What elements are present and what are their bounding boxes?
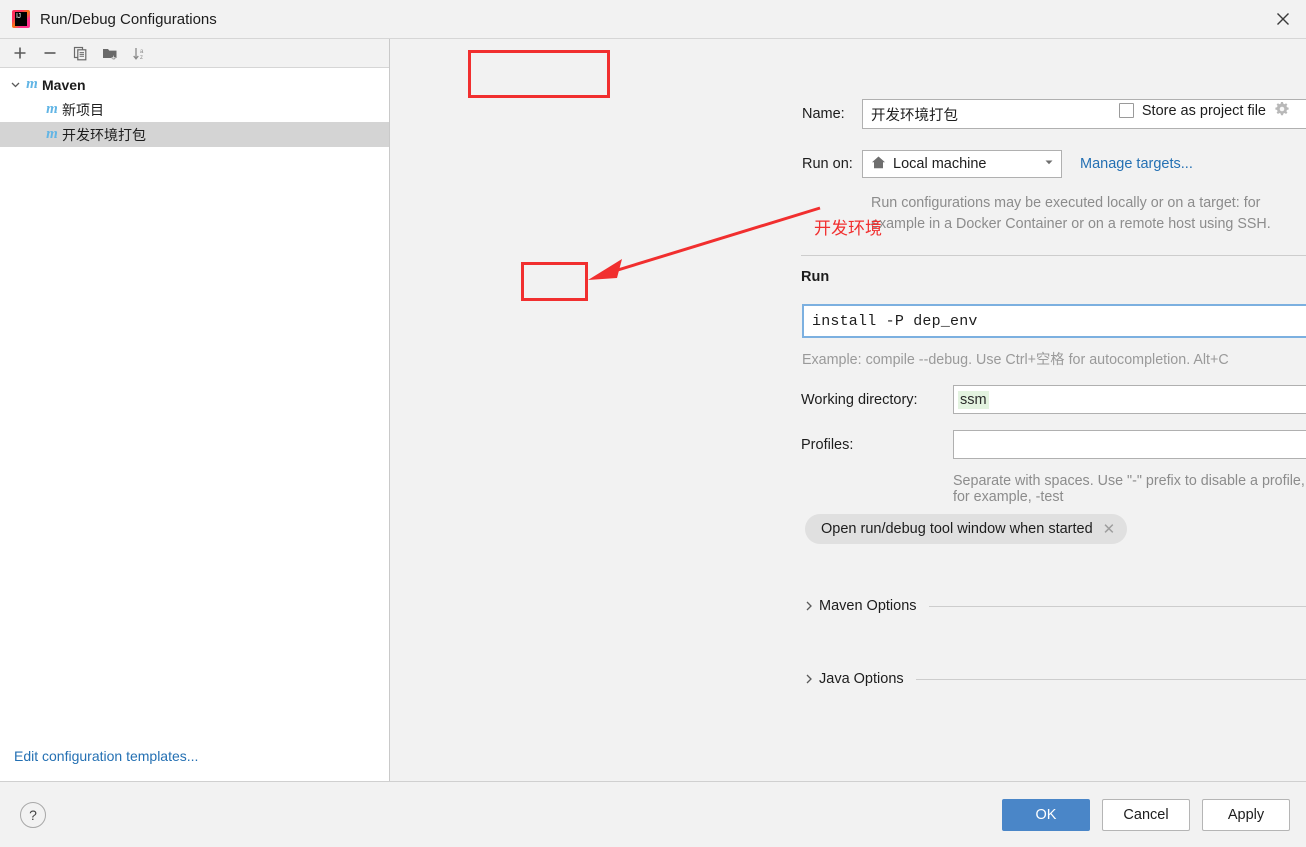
tree-node-new-project[interactable]: m 新项目 — [0, 97, 389, 122]
sort-az-icon[interactable]: a z — [126, 41, 154, 65]
run-on-row: Run on: Local machine Manage targets... — [802, 150, 1193, 178]
home-icon — [871, 155, 886, 174]
dialog-body: a z m Maven m 新项目 m 开发环境打包 Edit configur… — [0, 38, 1306, 781]
chip-label: Open run/debug tool window when started — [821, 521, 1093, 537]
profiles-input[interactable] — [953, 430, 1306, 459]
divider — [915, 678, 1306, 680]
profiles-row: Profiles: — [801, 430, 1306, 459]
svg-text:z: z — [140, 55, 143, 61]
maven-icon: m — [46, 101, 58, 117]
folder-add-icon[interactable] — [96, 41, 124, 65]
tree-node-label: 新项目 — [62, 101, 104, 118]
gear-icon[interactable] — [1274, 101, 1290, 120]
run-on-combobox[interactable]: Local machine — [862, 150, 1062, 178]
maven-icon: m — [26, 76, 38, 92]
help-button[interactable]: ? — [20, 801, 46, 828]
run-section-title: Run — [801, 269, 830, 285]
cancel-button[interactable]: Cancel — [1102, 798, 1190, 831]
window-title: Run/Debug Configurations — [40, 10, 217, 28]
working-directory-value: ssm — [958, 390, 989, 409]
command-line-input[interactable]: install -P dep_env — [802, 304, 1306, 338]
store-as-project-file-row: Store as project file — [1118, 101, 1290, 120]
tree-node-maven[interactable]: m Maven — [0, 72, 389, 97]
working-directory-label: Working directory: — [801, 391, 918, 408]
maven-options-title: Maven Options — [819, 598, 917, 614]
profiles-label: Profiles: — [801, 436, 854, 453]
run-on-label: Run on: — [802, 156, 853, 172]
open-tool-window-chip[interactable]: Open run/debug tool window when started … — [805, 514, 1128, 544]
configurations-panel: a z m Maven m 新项目 m 开发环境打包 Edit configur… — [0, 39, 390, 781]
store-as-project-file-label: Store as project file — [1141, 102, 1266, 119]
copy-configuration-button[interactable] — [66, 41, 94, 65]
run-section-header: Run Modify options Alt+M — [801, 255, 1306, 299]
configuration-editor-panel: Name: Store as project file Run on: — [390, 39, 1306, 781]
target-hint: Run configurations may be executed local… — [871, 193, 1306, 235]
working-directory-row: Working directory: ssm — [801, 385, 1306, 414]
divider — [928, 605, 1306, 607]
run-on-value: Local machine — [893, 156, 987, 172]
chevron-down-icon[interactable] — [6, 72, 24, 97]
run-debug-configurations-dialog: Run/Debug Configurations — [0, 0, 1306, 847]
close-icon[interactable] — [1260, 0, 1306, 38]
edit-configuration-templates-link[interactable]: Edit configuration templates... — [0, 731, 389, 781]
remove-configuration-button[interactable] — [36, 41, 64, 65]
chevron-down-icon[interactable] — [1043, 156, 1055, 172]
tree-node-label: 开发环境打包 — [62, 126, 146, 143]
name-label: Name: — [802, 106, 845, 122]
maven-options-group[interactable]: Maven Options Modify — [801, 595, 1306, 617]
maven-icon: m — [46, 126, 58, 142]
ok-button[interactable]: OK — [1002, 798, 1090, 831]
working-directory-input[interactable]: ssm — [953, 385, 1306, 414]
add-configuration-button[interactable] — [6, 41, 34, 65]
apply-button[interactable]: Apply — [1202, 798, 1290, 831]
store-as-project-file-checkbox[interactable] — [1118, 103, 1134, 118]
java-options-title: Java Options — [819, 671, 904, 687]
configurations-tree: m Maven m 新项目 m 开发环境打包 — [0, 68, 389, 731]
java-options-group[interactable]: Java Options Modify — [801, 668, 1306, 690]
profiles-hint: Separate with spaces. Use "-" prefix to … — [953, 473, 1305, 505]
target-hint-line-2: example in a Docker Container or on a re… — [871, 216, 1271, 232]
target-hint-line-1: Run configurations may be executed local… — [871, 195, 1261, 211]
command-example-hint: Example: compile --debug. Use Ctrl+空格 fo… — [802, 352, 1229, 368]
manage-targets-link[interactable]: Manage targets... — [1080, 156, 1193, 172]
tree-node-label: Maven — [42, 76, 86, 93]
close-small-icon[interactable]: ✕ — [1103, 520, 1116, 538]
title-bar: Run/Debug Configurations — [0, 0, 1306, 38]
dialog-footer: ? OK Cancel Apply — [0, 781, 1306, 847]
chevron-right-icon[interactable] — [801, 673, 817, 685]
chevron-right-icon[interactable] — [801, 600, 817, 612]
command-line-value: install -P dep_env — [812, 312, 978, 330]
tree-node-dev-package[interactable]: m 开发环境打包 — [0, 122, 389, 147]
intellij-idea-icon — [12, 10, 30, 28]
configurations-toolbar: a z — [0, 39, 389, 68]
